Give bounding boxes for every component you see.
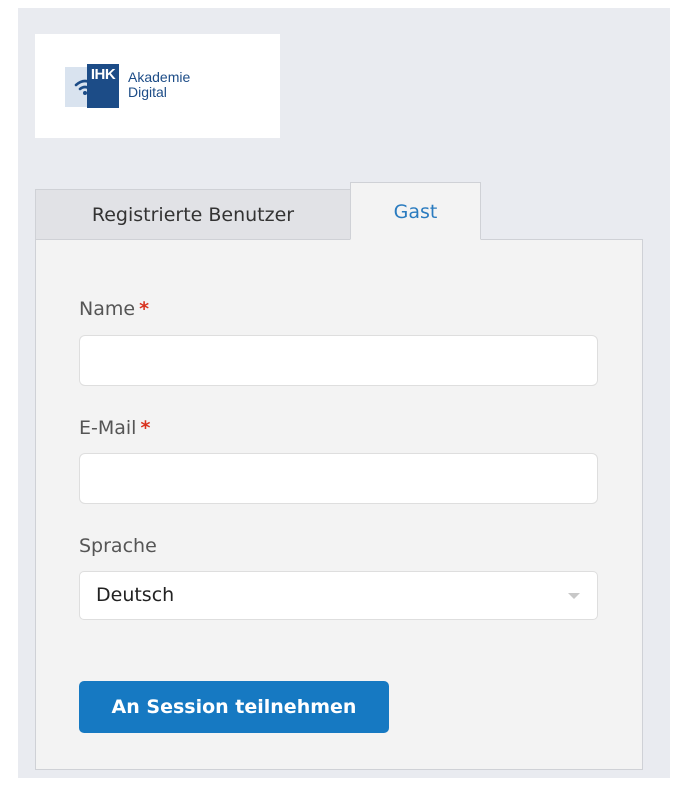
logo-wordmark: Akademie Digital (128, 70, 190, 100)
language-selected-value: Deutsch (96, 584, 175, 606)
tab-guest[interactable]: Gast (350, 182, 481, 240)
name-label: Name * (79, 298, 149, 320)
join-session-button[interactable]: An Session teilnehmen (79, 681, 389, 733)
name-input[interactable] (79, 335, 598, 386)
logo-ihk-mark: IHK (87, 64, 119, 108)
language-select[interactable]: Deutsch (79, 571, 598, 620)
guest-form-panel: Name * E-Mail * Sprache Deutsch An Session… (35, 239, 643, 770)
ihk-akademie-logo: IHK Akademie Digital (35, 34, 280, 138)
language-label: Sprache (79, 535, 157, 557)
required-marker: * (139, 298, 149, 320)
email-label-text: E-Mail (79, 417, 137, 439)
email-label: E-Mail * (79, 417, 150, 439)
tab-registered-users[interactable]: Registrierte Benutzer (35, 189, 351, 240)
email-input[interactable] (79, 453, 598, 504)
logo-line-2: Digital (128, 84, 167, 100)
login-container: IHK Akademie Digital Registrierte Benutz… (18, 8, 670, 778)
chevron-down-icon (568, 593, 580, 599)
required-marker: * (140, 417, 151, 439)
logo-line-1: Akademie (128, 69, 191, 85)
name-label-text: Name (79, 298, 136, 320)
login-tabs: Registrierte Benutzer Gast (35, 182, 643, 240)
